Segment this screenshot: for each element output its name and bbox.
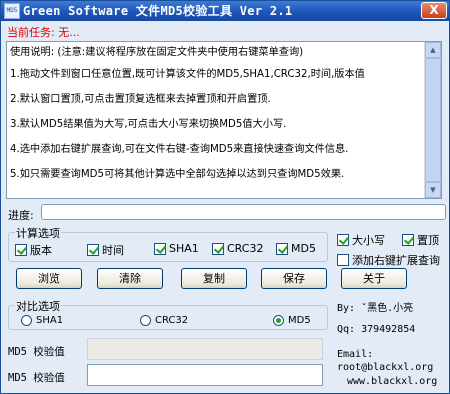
instruction-line: 3.默认MD5结果值为大写,可点击大小写来切换MD5值大小写.: [10, 119, 287, 130]
checkbox-context-menu-label: 添加右键扩展查询: [352, 254, 440, 267]
save-button[interactable]: 保存: [261, 268, 327, 289]
checkbox-md5-box[interactable]: [276, 242, 288, 255]
md5-check-label-1: MD5 校验值: [8, 346, 65, 358]
radio-sha1-dot[interactable]: [21, 315, 32, 326]
checkbox-sha1-label: SHA1: [169, 242, 199, 255]
window-title: Green Software 文件MD5校验工具 Ver 2.1: [23, 4, 293, 18]
instruction-line: 2.默认窗口置顶,可点击置顶复选框来去掉置顶和开启置顶.: [10, 94, 271, 105]
radio-crc32-dot[interactable]: [140, 315, 151, 326]
clear-button[interactable]: 清除: [97, 268, 163, 289]
task-label: 当前任务:: [7, 26, 55, 39]
radio-sha1-label: SHA1: [36, 315, 64, 326]
checkbox-version-label: 版本: [30, 244, 52, 257]
instruction-line: 5.如只需要查询MD5可将其他计算选中全部勾选掉以达到只查询MD5效果.: [10, 169, 345, 180]
checkbox-md5-label: MD5: [291, 242, 316, 255]
radio-md5[interactable]: MD5: [273, 315, 311, 326]
checkbox-md5[interactable]: MD5: [276, 242, 316, 255]
radio-crc32[interactable]: CRC32: [140, 315, 188, 326]
progress-bar: [41, 204, 446, 220]
checkbox-crc32-label: CRC32: [227, 242, 264, 255]
scroll-down-icon[interactable]: ▼: [425, 182, 441, 198]
calc-options-label: 计算选项: [15, 225, 61, 241]
instructions-textbox[interactable]: 使用说明: (注意:建议将程序放在固定文件夹中使用右键菜单查询) 1.拖动文件到…: [6, 41, 442, 199]
compare-options-group: 对比选项 SHA1 CRC32 MD5: [8, 298, 328, 330]
current-task: 当前任务: 无...: [7, 24, 80, 40]
email-label: Email:: [337, 349, 374, 360]
radio-md5-label: MD5: [288, 315, 311, 326]
checkbox-crc32-box[interactable]: [212, 242, 224, 255]
browse-button[interactable]: 浏览: [16, 268, 82, 289]
progress-label: 进度:: [8, 209, 34, 222]
checkbox-time[interactable]: 时间: [87, 242, 124, 258]
compare-options-label: 对比选项: [15, 298, 61, 314]
md5-check-label-2: MD5 校验值: [8, 372, 65, 384]
checkbox-topmost-box[interactable]: [402, 234, 414, 246]
radio-sha1[interactable]: SHA1: [21, 315, 63, 326]
checkbox-crc32[interactable]: CRC32: [212, 242, 263, 255]
checkbox-time-box[interactable]: [87, 244, 99, 256]
md5-check-field-1[interactable]: [87, 338, 323, 360]
md5-app-icon: MD5: [4, 3, 20, 19]
md5-check-field-2[interactable]: [87, 364, 323, 386]
checkbox-topmost-label: 置顶: [417, 234, 439, 247]
instruction-line: 4.选中添加右键扩展查询,可在文件右键-查询MD5来直接快速查询文件信息.: [10, 144, 349, 155]
website-link[interactable]: www.blackxl.org: [347, 376, 437, 387]
email-address[interactable]: root@blackxl.org: [337, 362, 433, 373]
copy-button[interactable]: 复制: [181, 268, 247, 289]
qq-text: Qq: 379492854: [337, 324, 416, 335]
title-bar[interactable]: MD5 Green Software 文件MD5校验工具 Ver 2.1 X: [1, 1, 449, 21]
checkbox-sha1-box[interactable]: [154, 242, 166, 255]
radio-crc32-label: CRC32: [155, 315, 189, 326]
checkbox-version[interactable]: 版本: [15, 242, 52, 258]
checkbox-context-menu[interactable]: 添加右键扩展查询: [337, 252, 440, 268]
instructions-content: 使用说明: (注意:建议将程序放在固定文件夹中使用右键菜单查询) 1.拖动文件到…: [7, 42, 425, 198]
task-value: 无...: [58, 26, 80, 39]
checkbox-sha1[interactable]: SHA1: [154, 242, 199, 255]
author-text: By: ˇ黑色.小亮: [337, 303, 414, 314]
close-button[interactable]: X: [421, 2, 447, 19]
instruction-line: 1.拖动文件到窗口任意位置,既可计算该文件的MD5,SHA1,CRC32,时间,…: [10, 69, 365, 80]
checkbox-uppercase[interactable]: 大小写: [337, 232, 385, 248]
vertical-scrollbar[interactable]: ▲ ▼: [424, 42, 441, 198]
checkbox-version-box[interactable]: [15, 244, 27, 256]
checkbox-topmost[interactable]: 置顶: [402, 232, 439, 248]
instruction-line: 使用说明: (注意:建议将程序放在固定文件夹中使用右键菜单查询): [10, 47, 304, 58]
checkbox-time-label: 时间: [102, 244, 124, 257]
checkbox-uppercase-box[interactable]: [337, 234, 349, 246]
about-button[interactable]: 关于: [341, 268, 407, 289]
app-window: MD5 Green Software 文件MD5校验工具 Ver 2.1 X 当…: [0, 0, 450, 394]
scroll-up-icon[interactable]: ▲: [425, 42, 441, 58]
scroll-thumb[interactable]: [425, 58, 441, 182]
radio-md5-dot[interactable]: [273, 315, 284, 326]
calc-options-group: 计算选项 版本 时间 SHA1 CRC32 MD5: [8, 225, 328, 262]
checkbox-context-menu-box[interactable]: [337, 254, 349, 266]
checkbox-uppercase-label: 大小写: [352, 234, 385, 247]
